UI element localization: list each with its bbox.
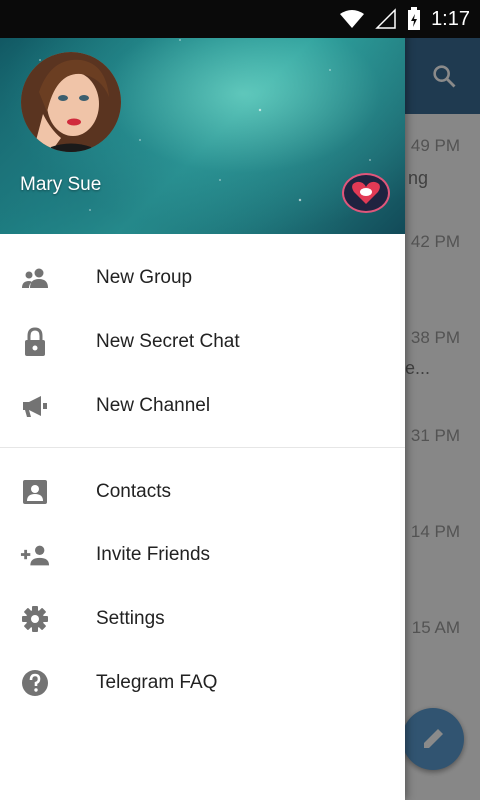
menu-item-label: Telegram FAQ (96, 672, 218, 693)
help-icon (20, 669, 50, 697)
menu-item-label: New Group (96, 267, 193, 288)
heart-icon (352, 181, 380, 204)
gear-icon (20, 605, 50, 633)
menu-item-contacts[interactable]: Contacts (0, 460, 405, 524)
contact-icon (20, 478, 50, 506)
user-name: Mary Sue (20, 174, 102, 195)
wifi-icon (340, 10, 365, 28)
menu-item-settings[interactable]: Settings (0, 587, 405, 651)
menu-item-label: Contacts (96, 481, 171, 502)
navigation-drawer: Mary Sue New Group New Secret Chat New C… (0, 0, 405, 800)
menu-item-new-channel[interactable]: New Channel (0, 374, 405, 438)
menu-item-label: Settings (96, 608, 165, 629)
menu-divider (0, 447, 405, 448)
menu-item-new-secret-chat[interactable]: New Secret Chat (0, 310, 405, 374)
menu-item-new-group[interactable]: New Group (0, 246, 405, 310)
menu-item-invite-friends[interactable]: Invite Friends (0, 523, 405, 587)
group-icon (20, 264, 50, 292)
menu-item-label: Invite Friends (96, 544, 211, 565)
status-time: 1:17 (431, 7, 470, 30)
megaphone-icon (20, 392, 50, 420)
lock-icon (20, 327, 50, 356)
menu-item-label: New Channel (96, 395, 211, 416)
add-person-icon (20, 541, 50, 569)
heart-badge[interactable] (342, 173, 390, 213)
avatar[interactable] (21, 52, 121, 152)
status-bar: 1:17 (0, 0, 480, 38)
signal-icon (375, 8, 396, 29)
menu-item-label: New Secret Chat (96, 331, 240, 352)
menu-item-telegram-faq[interactable]: Telegram FAQ (0, 651, 405, 715)
battery-icon (408, 7, 421, 30)
